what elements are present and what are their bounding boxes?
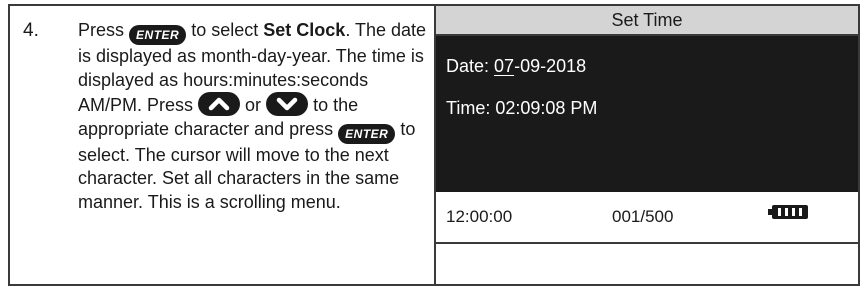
battery-full-icon — [768, 205, 808, 219]
status-time: 12:00:00 — [446, 207, 513, 226]
screen-title: Set Time — [436, 6, 858, 36]
step-text: Press ENTER to select Set Clock. The dat… — [78, 19, 430, 214]
instruction-cell: 4. Press ENTER to select Set Clock. The … — [10, 6, 436, 284]
date-rest: -09-2018 — [514, 56, 587, 76]
screen-footer — [436, 244, 858, 284]
period: . — [345, 20, 351, 40]
enter-key-icon: ENTER — [129, 25, 187, 45]
set-clock-label: Set Clock — [263, 20, 346, 40]
record-count: 001/500 — [612, 207, 674, 226]
up-arrow-key-icon — [198, 92, 241, 116]
date-label: Date: — [446, 56, 490, 76]
date-line: Date: 07-09-2018 — [446, 56, 586, 77]
press-text: Press — [78, 20, 125, 40]
device-screen: Set Time Date: 07-09-2018 Time: 02:09:08… — [436, 6, 858, 284]
screen-body: Date: 07-09-2018 Time: 02:09:08 PM — [436, 36, 858, 192]
instruction-table: 4. Press ENTER to select Set Clock. The … — [8, 4, 860, 286]
date-month-cursor: 07 — [494, 56, 515, 76]
enter-key-icon-2: ENTER — [338, 123, 396, 144]
time-label: Time: — [446, 98, 491, 118]
down-arrow-key-icon — [266, 92, 309, 116]
step-number: 4. — [23, 20, 39, 41]
to-select-text: to select — [191, 20, 259, 40]
time-value: 02:09:08 PM — [495, 98, 598, 118]
time-line: Time: 02:09:08 PM — [446, 98, 597, 119]
or-text: or — [245, 95, 262, 115]
status-bar: 12:00:00 001/500 — [436, 192, 858, 244]
